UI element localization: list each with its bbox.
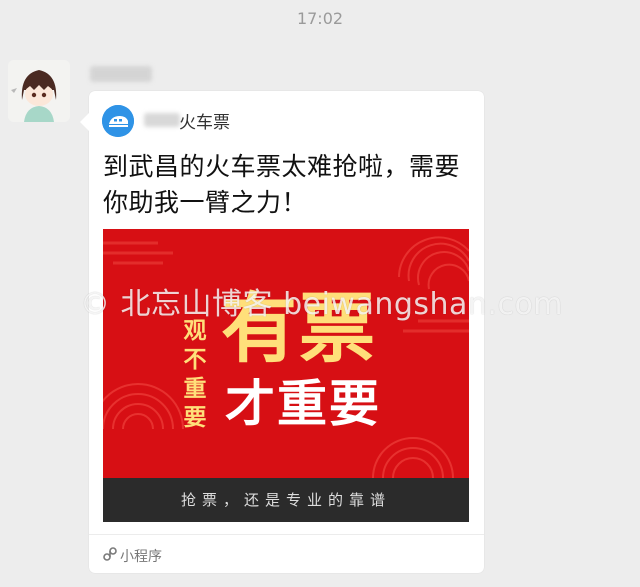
promo-banner-image: 有票 才重要 观不重要 抢票，还是专业的靠谱 (103, 229, 469, 522)
bubble-pointer (80, 113, 89, 131)
banner-slogan: 抢票，还是专业的靠谱 (103, 478, 469, 522)
avatar[interactable] (8, 60, 70, 122)
mini-program-label: 小程序 (120, 549, 162, 565)
mini-program-icon (102, 546, 118, 566)
app-name-redacted (144, 113, 180, 127)
banner-headline-2: 才重要 (225, 375, 381, 433)
sender-name-redacted (90, 66, 152, 82)
train-ticket-app-icon (102, 105, 134, 137)
banner-vertical-text: 观不重要 (183, 318, 207, 431)
chat-timestamp: 17:02 (296, 9, 344, 28)
card-divider (89, 534, 484, 535)
mini-program-card[interactable]: 火车票 到武昌的火车票太难抢啦，需要你助我一臂之力！ 有票 才重要 观不重要 抢… (80, 91, 484, 573)
banner-headline-1: 有票 (221, 284, 377, 373)
app-name: 火车票 (179, 113, 230, 133)
card-title: 到武昌的火车票太难抢啦，需要你助我一臂之力！ (103, 152, 461, 217)
